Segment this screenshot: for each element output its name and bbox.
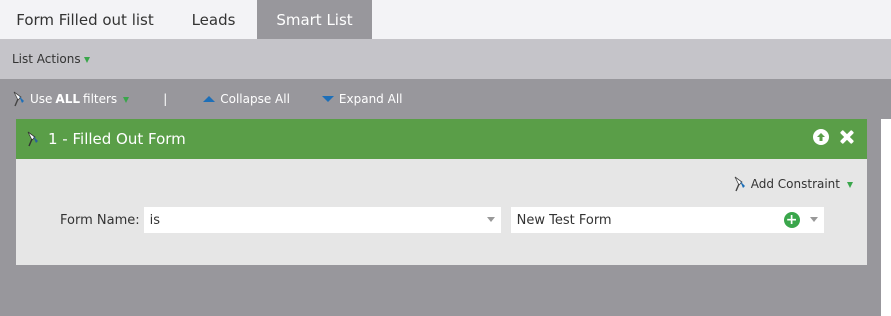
- add-constraint-button[interactable]: Add Constraint: [733, 176, 853, 192]
- chevron-down-icon: [847, 181, 853, 188]
- filter-title: 1 - Filled Out Form: [48, 130, 186, 148]
- filter-header-actions: [813, 129, 855, 145]
- tab-label: Leads: [191, 10, 236, 29]
- tab-label: Smart List: [276, 10, 353, 29]
- use-filters-dropdown[interactable]: Use ALL filters: [12, 91, 130, 107]
- form-name-label: Form Name:: [60, 212, 140, 228]
- tab-leads[interactable]: Leads: [170, 0, 257, 39]
- list-actions-label: List Actions: [12, 52, 81, 66]
- operator-value: is: [149, 212, 161, 228]
- funnel-icon: [27, 131, 38, 147]
- expand-all-label: Expand All: [338, 92, 403, 106]
- filter-toolbar: Use ALL filters | Collapse All Expand Al…: [0, 79, 891, 119]
- chevron-down-icon: [123, 96, 130, 103]
- plus-icon[interactable]: +: [783, 212, 800, 228]
- use-label: Use: [30, 92, 53, 106]
- arrow-up-glyph: [817, 133, 825, 141]
- filter-header: 1 - Filled Out Form: [16, 119, 867, 159]
- chevron-down-icon: [809, 217, 818, 222]
- chevron-down-icon: [83, 56, 90, 63]
- funnel-icon: [13, 91, 24, 107]
- toolbar-separator: |: [163, 92, 168, 106]
- funnel-icon: [734, 176, 745, 192]
- form-name-row: Form Name: is New Test Form +: [60, 207, 824, 233]
- form-name-value: New Test Form: [516, 212, 612, 228]
- list-actions-menu[interactable]: List Actions: [12, 52, 90, 66]
- filter-body: Add Constraint Form Name: is New Test Fo…: [16, 159, 867, 265]
- right-panel-edge: [881, 119, 891, 316]
- chevron-down-icon: [486, 217, 495, 222]
- close-icon[interactable]: [839, 129, 855, 145]
- list-actions-bar: List Actions: [0, 39, 891, 79]
- form-name-select[interactable]: New Test Form +: [510, 207, 824, 233]
- collapse-all-label: Collapse All: [220, 92, 290, 106]
- arrow-down-icon: [321, 96, 334, 102]
- operator-select[interactable]: is: [143, 207, 501, 233]
- tab-form-filled-out-list[interactable]: Form Filled out list: [0, 0, 170, 39]
- add-constraint-label: Add Constraint: [750, 177, 840, 191]
- tab-label: Form Filled out list: [16, 10, 154, 29]
- filters-label: filters: [83, 92, 118, 106]
- expand-all-button[interactable]: Expand All: [321, 92, 403, 106]
- tab-smart-list[interactable]: Smart List: [257, 0, 372, 39]
- collapse-all-button[interactable]: Collapse All: [203, 92, 290, 106]
- circle-up-icon[interactable]: [813, 129, 829, 145]
- use-all-label: ALL: [55, 92, 81, 106]
- arrow-up-icon: [203, 96, 216, 102]
- tab-bar: Form Filled out list Leads Smart List: [0, 0, 891, 39]
